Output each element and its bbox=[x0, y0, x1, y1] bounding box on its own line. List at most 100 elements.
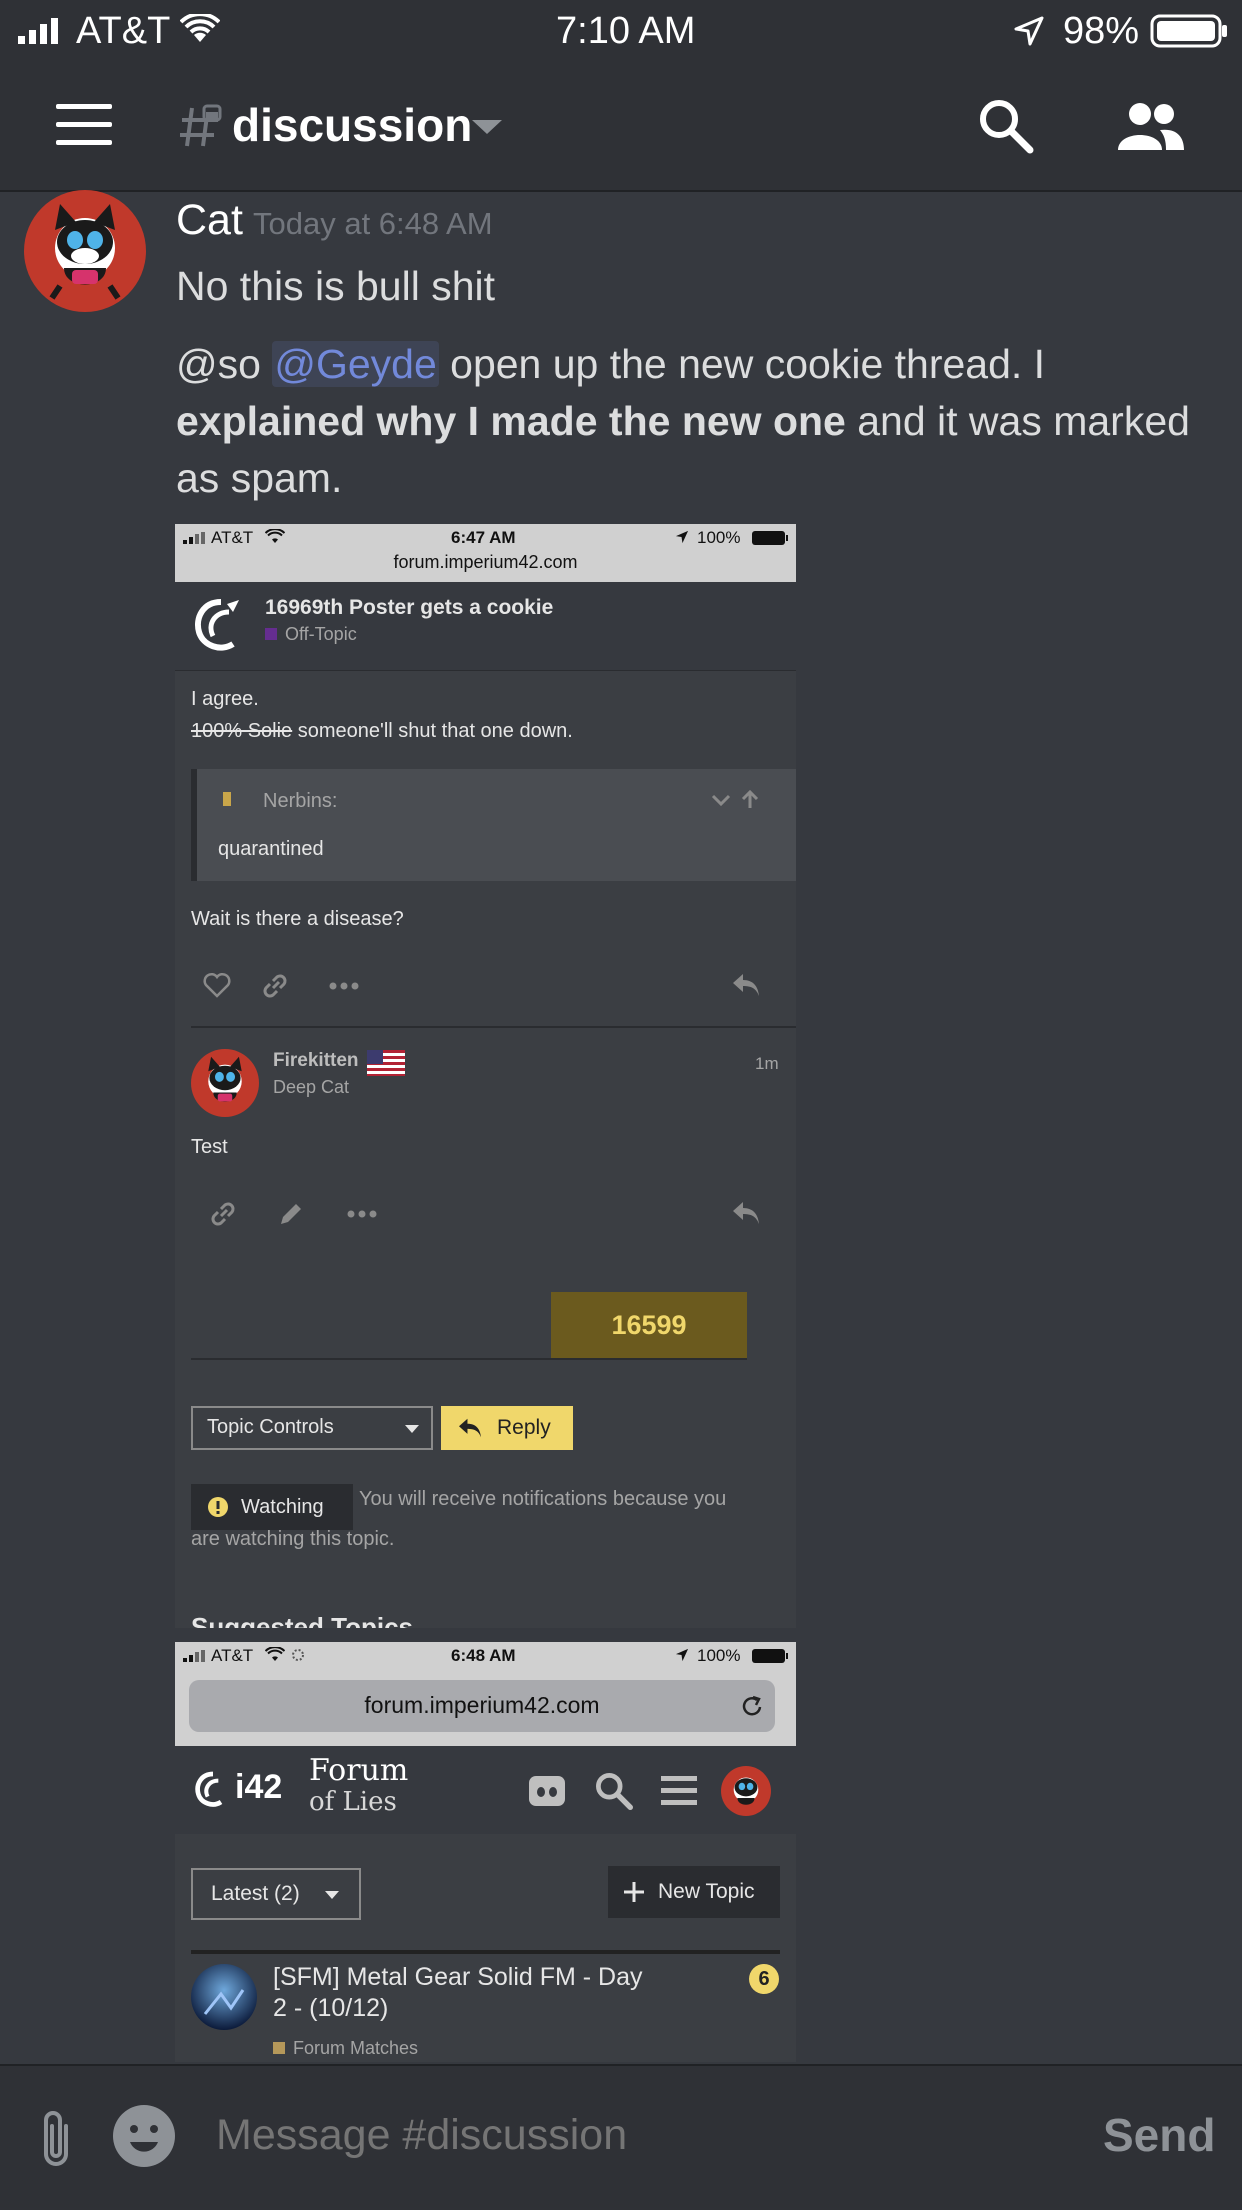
chevron-down-icon bbox=[325, 1891, 339, 1899]
quote-author: Nerbins: bbox=[263, 790, 338, 812]
send-button[interactable]: Send bbox=[1103, 2108, 1215, 2162]
message-text: as spam. bbox=[176, 455, 343, 501]
chevron-down-icon[interactable] bbox=[711, 794, 731, 808]
watching-label: Watching bbox=[241, 1496, 324, 1518]
category-color-swatch bbox=[265, 628, 277, 640]
wifi-icon bbox=[180, 14, 220, 44]
quote-block bbox=[191, 769, 796, 881]
topic-title[interactable]: [SFM] Metal Gear Solid FM - Day 2 - (10/… bbox=[273, 1962, 643, 2024]
message-text: open up the new cookie thread. I bbox=[438, 341, 1046, 387]
latest-dropdown[interactable]: Latest (2) bbox=[191, 1868, 361, 1920]
embedded-url: forum.imperium42.com bbox=[393, 552, 578, 572]
signal-icon bbox=[183, 1650, 207, 1662]
members-icon[interactable] bbox=[1116, 100, 1186, 152]
reply-button[interactable]: Reply bbox=[441, 1406, 573, 1450]
search-icon[interactable] bbox=[595, 1772, 633, 1810]
message-text: and it was marked bbox=[845, 398, 1190, 444]
topic-controls-label: Topic Controls bbox=[207, 1416, 334, 1438]
forum-logo-icon bbox=[191, 596, 251, 656]
emoji-icon[interactable] bbox=[112, 2104, 176, 2168]
more-options-icon[interactable] bbox=[329, 982, 359, 990]
topic-category[interactable]: Off-Topic bbox=[285, 624, 357, 645]
battery-icon bbox=[1150, 14, 1228, 48]
address-url: forum.imperium42.com bbox=[364, 1692, 600, 1718]
new-topic-button[interactable]: New Topic bbox=[608, 1866, 780, 1918]
message-bold-text: explained why I made the new one bbox=[176, 398, 846, 444]
discord-icon[interactable] bbox=[529, 1776, 565, 1806]
location-arrow-icon bbox=[675, 530, 689, 544]
hamburger-menu-icon[interactable] bbox=[56, 104, 114, 146]
reply-arrow-icon[interactable] bbox=[731, 1200, 761, 1226]
signal-icon bbox=[183, 532, 207, 544]
pencil-icon[interactable] bbox=[277, 1200, 305, 1228]
embedded-browser-chrome: AT&T 6:48 AM 100% forum.imperium42.com bbox=[175, 1642, 796, 1746]
embedded-screenshot-1[interactable]: AT&T 6:47 AM 100% forum.imperium42.com 1… bbox=[175, 524, 796, 1628]
reply-arrow-icon bbox=[457, 1417, 483, 1439]
arrow-up-icon[interactable] bbox=[741, 790, 759, 810]
unread-count-badge[interactable]: 6 bbox=[749, 1964, 779, 1994]
wifi-icon bbox=[265, 529, 285, 544]
link-icon[interactable] bbox=[261, 972, 289, 1000]
category-color-swatch bbox=[273, 2042, 285, 2054]
embedded-battery: 100% bbox=[697, 528, 741, 547]
heart-icon[interactable] bbox=[203, 972, 231, 998]
watching-button[interactable]: Watching bbox=[191, 1484, 353, 1530]
post-text: Test bbox=[191, 1136, 228, 1158]
post-text: I agree. bbox=[191, 688, 259, 710]
message-timestamp: Today at 6:48 AM bbox=[253, 206, 493, 241]
topic-thumbnail[interactable] bbox=[191, 1964, 257, 2030]
forum-logo-forum: Forum bbox=[309, 1753, 409, 1788]
chevron-down-icon[interactable] bbox=[472, 120, 502, 136]
loading-spinner-icon bbox=[291, 1648, 305, 1662]
post-count-badge: 16599 bbox=[551, 1292, 747, 1358]
message-author[interactable]: Cat bbox=[176, 196, 243, 245]
reply-label: Reply bbox=[497, 1416, 551, 1439]
forum-logo-title: Forum of Lies bbox=[309, 1753, 409, 1818]
topic-title-line: 2 - (10/12) bbox=[273, 1994, 389, 2022]
more-options-icon[interactable] bbox=[347, 1210, 377, 1218]
topic-controls-dropdown[interactable]: Topic Controls bbox=[191, 1406, 433, 1450]
quote-avatar bbox=[223, 792, 231, 806]
embedded-carrier: AT&T bbox=[211, 1646, 254, 1665]
user-mention[interactable]: @Geyde bbox=[272, 341, 439, 387]
post-author[interactable]: Firekitten bbox=[273, 1050, 359, 1072]
user-avatar[interactable] bbox=[721, 1766, 771, 1816]
topic-category[interactable]: Forum Matches bbox=[293, 2038, 418, 2059]
post-user-title: Deep Cat bbox=[273, 1077, 350, 1097]
post-text-rest: someone'll shut that one down. bbox=[292, 720, 573, 742]
carrier-label: AT&T bbox=[76, 10, 171, 52]
chevron-down-icon bbox=[405, 1425, 419, 1433]
latest-label: Latest (2) bbox=[211, 1882, 300, 1905]
forum-logo-i42: i42 bbox=[235, 1768, 283, 1806]
forum-logo-icon[interactable] bbox=[193, 1770, 233, 1810]
message-input[interactable] bbox=[214, 2110, 1038, 2161]
topic-title-line: [SFM] Metal Gear Solid FM - Day bbox=[273, 1963, 643, 1991]
reload-icon[interactable] bbox=[739, 1694, 765, 1720]
message-text: @so bbox=[176, 341, 273, 387]
search-icon[interactable] bbox=[978, 98, 1034, 154]
watching-note: are watching this topic. bbox=[191, 1528, 395, 1550]
alert-icon bbox=[207, 1496, 229, 1518]
reply-arrow-icon[interactable] bbox=[731, 972, 761, 998]
post-avatar[interactable] bbox=[191, 1049, 259, 1117]
avatar[interactable] bbox=[24, 190, 146, 312]
locked-channel-hash-icon bbox=[178, 102, 226, 150]
topic-title[interactable]: 16969th Poster gets a cookie bbox=[265, 596, 553, 620]
forum-logo-lies: of Lies bbox=[309, 1787, 397, 1817]
embedded-screenshot-2[interactable]: AT&T 6:48 AM 100% forum.imperium42.com i… bbox=[175, 1642, 796, 2062]
post-text: 100% Solie someone'll shut that one down… bbox=[191, 720, 573, 743]
plus-icon bbox=[624, 1882, 644, 1902]
status-bar: AT&T 7:10 AM 98% bbox=[0, 0, 1242, 62]
signal-icon bbox=[18, 18, 64, 44]
message-paragraph: @so @Geyde open up the new cookie thread… bbox=[176, 336, 1190, 507]
embedded-status-bar: AT&T 6:47 AM 100% forum.imperium42.com bbox=[175, 524, 796, 582]
paperclip-icon[interactable] bbox=[36, 2108, 76, 2170]
channel-name[interactable]: discussion bbox=[232, 98, 472, 152]
embedded-clock: 6:47 AM bbox=[451, 528, 516, 547]
link-icon[interactable] bbox=[209, 1200, 237, 1228]
battery-percent: 98% bbox=[1063, 10, 1140, 52]
post-text: Wait is there a disease? bbox=[191, 908, 404, 930]
address-bar[interactable]: forum.imperium42.com bbox=[189, 1680, 775, 1732]
strikethrough-text: 100% Solie bbox=[191, 720, 293, 742]
hamburger-menu-icon[interactable] bbox=[661, 1776, 697, 1806]
